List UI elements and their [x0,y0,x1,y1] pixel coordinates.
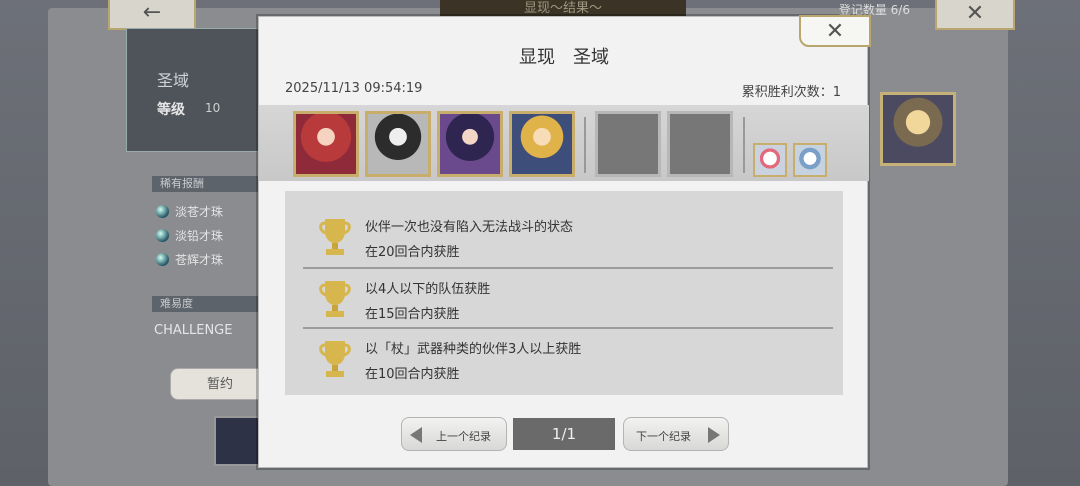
support-slot-1[interactable] [753,143,787,177]
close-icon: ✕ [825,18,845,44]
right-triangle-icon [708,427,720,443]
back-button[interactable]: ← [108,0,196,30]
orb-icon [156,253,169,266]
record-subcondition: 在15回合内获胜 [365,307,460,322]
record-condition: 以4人以下的队伍获胜 [365,282,491,297]
rewards-label: 稀有报酬 [152,176,262,192]
record-row: 以「杖」武器种类的伙伴3人以上获胜 在10回合内获胜 [285,329,843,387]
reward-item: 淡铅才珠 [156,227,223,244]
support-slot-2[interactable] [793,143,827,177]
close-button[interactable]: ✕ [799,15,871,47]
record-condition: 伙伴一次也没有陷入无法战斗的状态 [365,220,574,235]
record-date: 2025/11/13 09:54:19 [285,81,423,96]
dialog-title: 显现 圣域 [519,47,609,68]
close-icon: ✕ [965,1,985,26]
party-divider [743,117,745,173]
record-subcondition: 在20回合内获胜 [365,245,460,260]
records-panel: 伙伴一次也没有陷入无法战斗的状态 在20回合内获胜 以4人以下的队伍获胜 在15… [285,191,843,395]
trophy-icon [319,281,351,317]
difficulty-label: 难易度 [152,296,262,312]
record-subcondition: 在10回合内获胜 [365,367,460,382]
record-condition: 以「杖」武器种类的伙伴3人以上获胜 [365,342,582,357]
orb-icon [156,229,169,242]
party-member-3[interactable] [437,111,503,177]
party-divider [584,117,586,173]
next-record-label: 下一个纪录 [636,430,691,443]
prev-record-label: 上一个纪录 [436,430,491,443]
prev-record-button[interactable]: 上一个纪录 [401,417,507,451]
pause-button[interactable]: 暂约 [170,368,270,400]
reward-item: 苍辉才珠 [156,251,223,268]
record-dialog: 显现 圣域 ✕ 2025/11/13 09:54:19 累积胜利次数：1 伙伴一… [258,15,871,468]
empty-slot[interactable] [667,111,733,177]
party-member-2[interactable] [365,111,431,177]
next-record-button[interactable]: 下一个纪录 [623,417,729,451]
party-member-4[interactable] [509,111,575,177]
level-value: 10 [205,101,221,115]
start-button[interactable] [214,416,264,466]
background-close-button[interactable]: ✕ [935,0,1015,30]
reward-item: 淡苍才珠 [156,203,223,220]
stage-name: 圣域 [157,71,190,90]
party-member-1[interactable] [293,111,359,177]
left-triangle-icon [410,427,422,443]
party-strip [259,105,869,181]
level-label: 等级 [157,102,185,118]
empty-slot[interactable] [595,111,661,177]
win-count: 累积胜利次数：1 [741,85,841,100]
trophy-icon [319,219,351,255]
stage-card: 圣域 等级 10 [126,28,266,152]
record-row: 伙伴一次也没有陷入无法战斗的状态 在20回合内获胜 [285,207,843,265]
page-indicator: 1/1 [513,418,615,450]
difficulty-value: CHALLENGE [154,323,233,338]
character-thumbnail[interactable] [880,92,956,166]
left-arrow-icon: ← [142,0,162,25]
orb-icon [156,205,169,218]
trophy-icon [319,341,351,377]
record-row: 以4人以下的队伍获胜 在15回合内获胜 [285,269,843,327]
